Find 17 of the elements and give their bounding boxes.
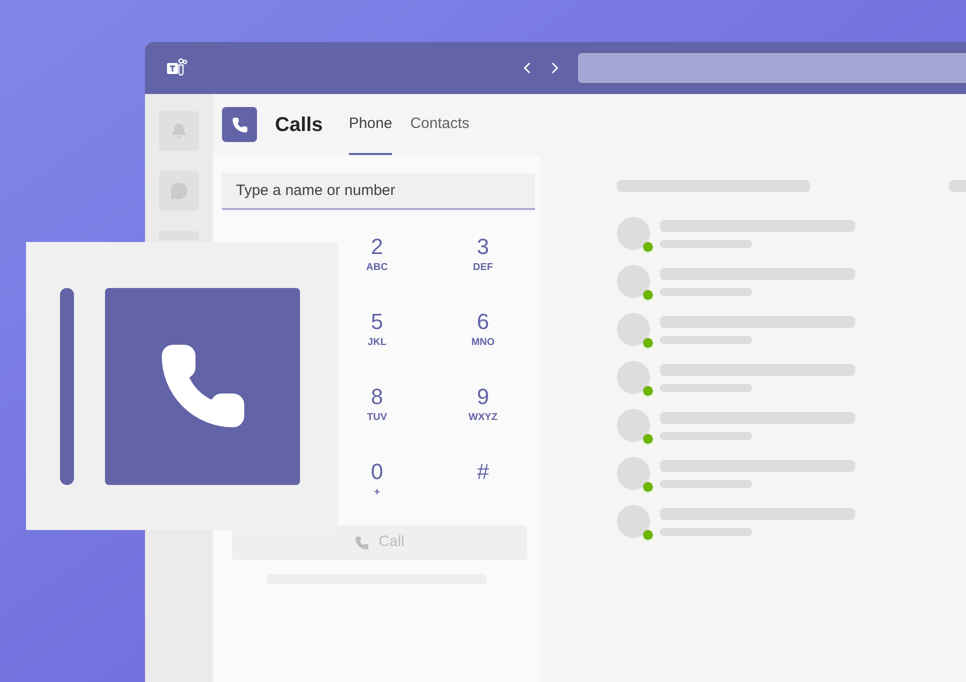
dial-key[interactable]: #: [445, 459, 521, 509]
phone-icon: [354, 536, 369, 550]
dial-key[interactable]: 0 +: [339, 459, 415, 509]
search-field[interactable]: Type a name or number: [222, 173, 535, 210]
calls-app-icon: [222, 107, 257, 142]
dial-key[interactable]: 5 JKL: [339, 309, 415, 359]
dial-key[interactable]: 6 MNO: [445, 309, 521, 359]
search-bar[interactable]: [578, 53, 966, 83]
app-title: Calls: [275, 112, 323, 138]
dial-key[interactable]: 8 TUV: [339, 384, 415, 434]
tab[interactable]: Contacts: [410, 94, 470, 155]
dial-key[interactable]: 2 ABC: [339, 234, 415, 284]
activity-button[interactable]: [159, 111, 199, 151]
dial-key[interactable]: 3 DEF: [445, 234, 521, 284]
app-logo-icon: [166, 58, 188, 78]
chat-button[interactable]: [159, 171, 199, 211]
dial-key[interactable]: 9 WXYZ: [445, 384, 521, 434]
